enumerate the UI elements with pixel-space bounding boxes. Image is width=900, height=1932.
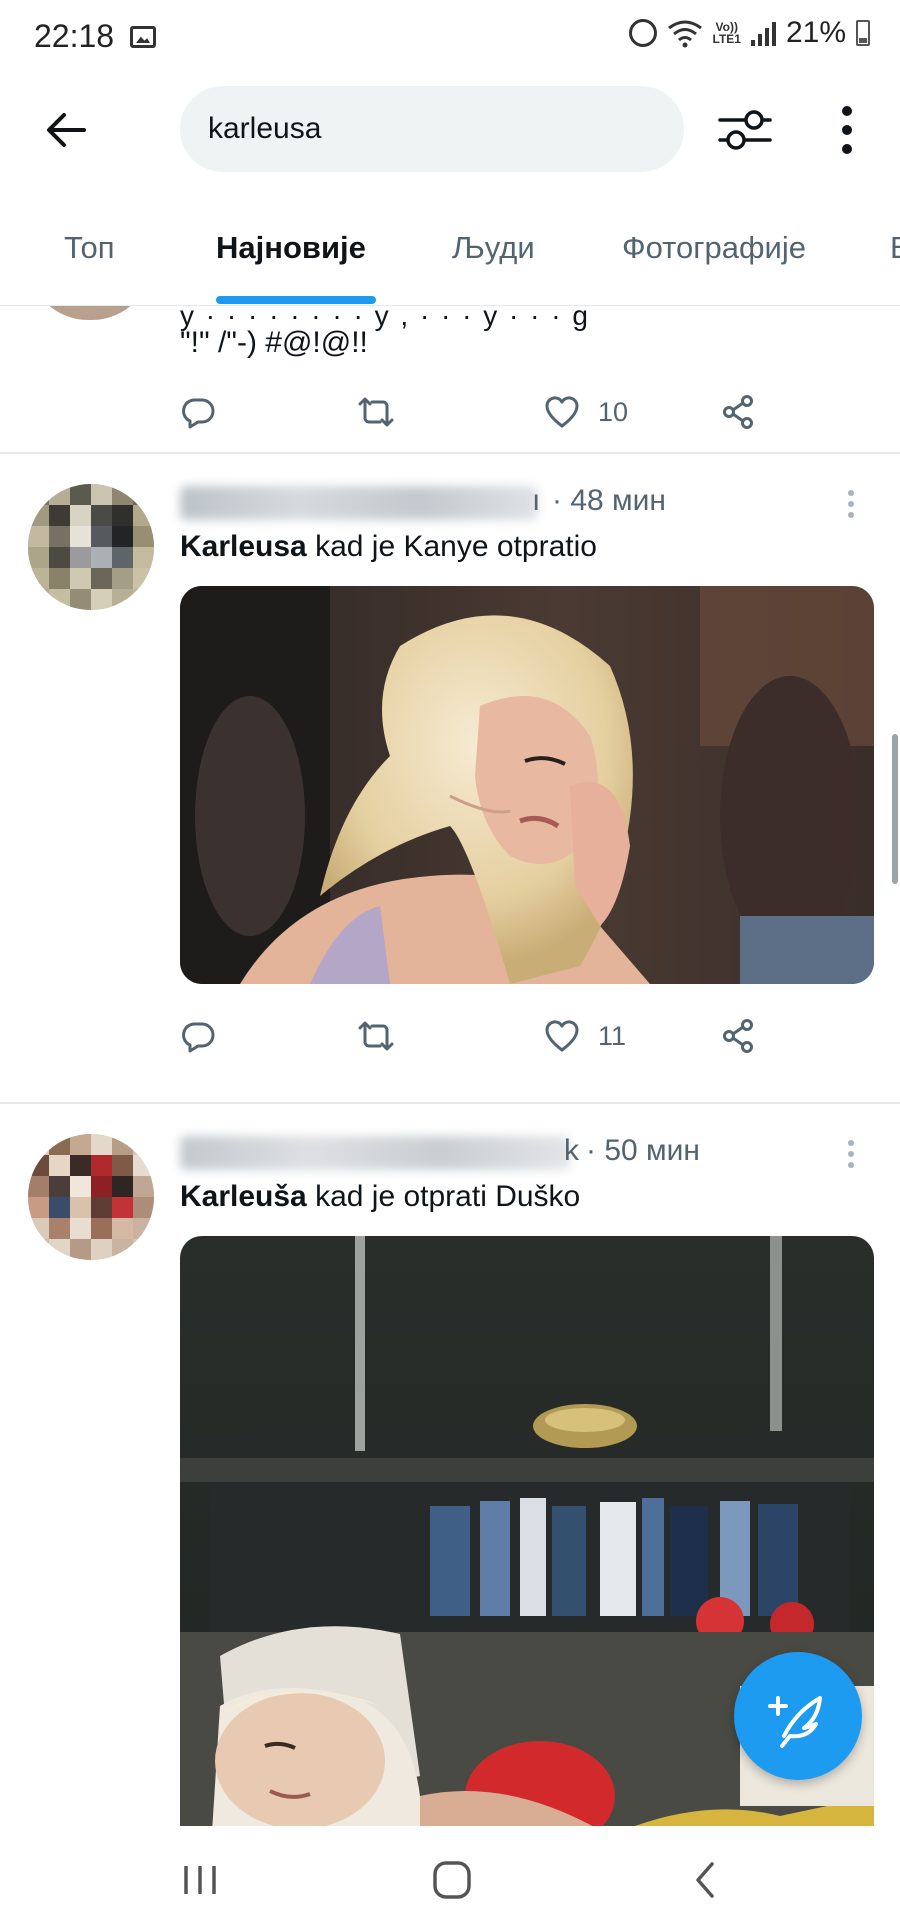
volte-indicator: Vo)) LTE1: [713, 21, 741, 45]
search-tabs: Топ Најновије Људи Фотографије В: [0, 214, 900, 306]
retweet-icon: [358, 1021, 394, 1051]
home-icon[interactable]: [422, 1854, 482, 1906]
tweet-text: Karleusa kad je Kanye otpratio: [180, 530, 597, 564]
tweet-more-icon[interactable]: [848, 1140, 856, 1173]
avatar[interactable]: [28, 1134, 154, 1260]
gallery-icon: [130, 26, 156, 48]
tweet-media-image[interactable]: [180, 586, 874, 984]
tweet-keyword: Karleuša: [180, 1180, 307, 1213]
share-icon: [723, 395, 753, 429]
compose-tweet-icon: [768, 1696, 822, 1748]
tweet-card[interactable]: y · · · · · · · · y , · · · y · · · g "!…: [0, 306, 900, 454]
tweet-card[interactable]: ı · 48 мин Karleusa kad je Kanye otprati…: [0, 454, 900, 1104]
status-bar: 22:18 Vo)) LTE1 21%: [0, 0, 900, 76]
tweet-keyword: Karleusa: [180, 530, 307, 563]
tab-top[interactable]: Топ: [64, 230, 115, 266]
search-query: karleusa: [208, 112, 322, 145]
avatar-pixelated-image: [28, 484, 154, 610]
tweet-text-body: kad je otprati Duško: [306, 1180, 581, 1213]
tweet-actions: 11: [180, 1012, 780, 1060]
avatar[interactable]: [28, 306, 152, 320]
tweet-text-body: kad je Kanye otpratio: [306, 530, 597, 563]
heart-icon: [545, 1020, 579, 1052]
signal-icon: [750, 20, 776, 46]
retweet-icon: [358, 397, 394, 427]
battery-percent: 21%: [785, 16, 846, 49]
share-button[interactable]: [720, 1012, 756, 1060]
more-vertical-icon[interactable]: [832, 102, 862, 158]
tab-latest[interactable]: Најновије: [216, 230, 366, 266]
status-time: 22:18: [34, 18, 115, 54]
reply-icon: [182, 1022, 215, 1053]
share-icon: [723, 1019, 753, 1053]
tweet-actions: 10: [180, 388, 780, 436]
heart-icon: [545, 396, 579, 428]
search-input[interactable]: karleusa: [180, 86, 684, 172]
battery-icon: [856, 20, 870, 46]
handle-tail: ı: [532, 484, 541, 517]
tweet-more-icon[interactable]: [848, 490, 856, 523]
reply-icon: [182, 398, 215, 429]
like-button[interactable]: 11: [544, 1012, 626, 1060]
alarm-icon: [628, 19, 657, 47]
photo-crying-woman: [180, 586, 874, 984]
tab-people[interactable]: Људи: [452, 230, 535, 266]
tweet-text: "!" /"-) #@!@!!: [180, 326, 368, 359]
scrollbar[interactable]: [892, 734, 898, 884]
active-tab-indicator: [216, 296, 376, 304]
tweet-text: Karleuša kad je otprati Duško: [180, 1180, 580, 1214]
recent-apps-icon[interactable]: [170, 1854, 230, 1906]
status-icons: Vo)) LTE1 21%: [628, 16, 870, 50]
search-header: karleusa: [0, 80, 900, 180]
reply-button[interactable]: [180, 388, 216, 436]
system-nav-bar: [0, 1826, 900, 1932]
avatar-pixelated-image: [28, 1134, 154, 1260]
avatar[interactable]: [28, 484, 154, 610]
retweet-button[interactable]: [356, 388, 396, 436]
like-count: 11: [598, 1020, 627, 1051]
tab-photos[interactable]: Фотографије: [622, 230, 806, 266]
blurred-username[interactable]: [180, 1136, 570, 1170]
like-button[interactable]: 10: [544, 388, 628, 436]
share-button[interactable]: [720, 388, 756, 436]
tab-videos[interactable]: В: [890, 230, 900, 266]
retweet-button[interactable]: [356, 1012, 396, 1060]
tweet-timestamp: · 50 мин: [586, 1134, 700, 1167]
lte-label: LTE1: [712, 32, 741, 46]
screen: 22:18 Vo)) LTE1 21% karleusa Топ Најнови…: [0, 0, 900, 1932]
back-icon[interactable]: [676, 1854, 736, 1906]
wifi-icon: [667, 20, 702, 48]
filter-sliders-icon[interactable]: [716, 102, 774, 158]
handle-tail: k: [564, 1134, 579, 1167]
tweet-feed[interactable]: y · · · · · · · · y , · · · y · · · g "!…: [0, 306, 900, 1826]
back-arrow-icon[interactable]: [38, 102, 94, 158]
reply-button[interactable]: [180, 1012, 216, 1060]
blurred-username[interactable]: [180, 486, 538, 520]
compose-tweet-button[interactable]: [734, 1652, 862, 1780]
like-count: 10: [598, 396, 629, 427]
tweet-timestamp: · 48 мин: [552, 484, 666, 517]
